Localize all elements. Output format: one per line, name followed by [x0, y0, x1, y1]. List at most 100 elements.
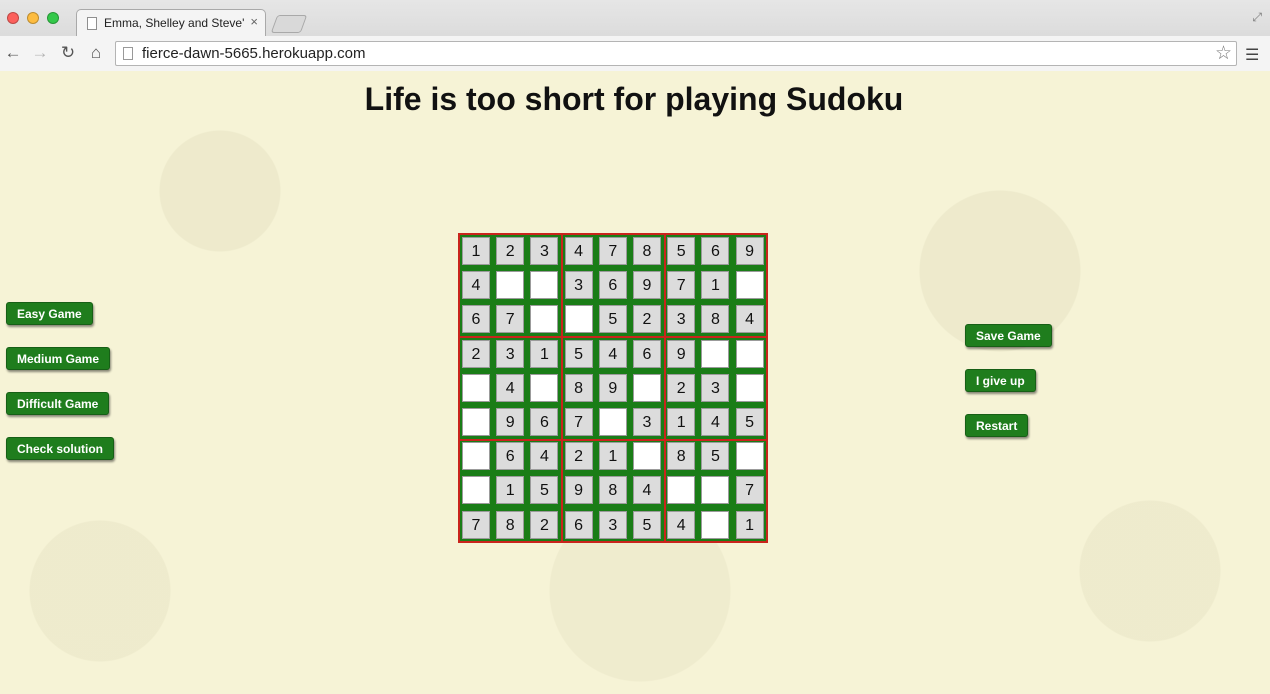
- save-game-button[interactable]: Save Game: [965, 324, 1052, 347]
- sudoku-cell[interactable]: 9: [667, 339, 696, 368]
- restart-button[interactable]: Restart: [965, 414, 1029, 437]
- sudoku-cell[interactable]: 4: [462, 271, 490, 300]
- sudoku-cell[interactable]: 9: [598, 373, 627, 402]
- sudoku-cell[interactable]: 1: [667, 408, 696, 436]
- sudoku-cell[interactable]: [667, 476, 696, 505]
- back-icon[interactable]: ←: [2, 41, 24, 65]
- sudoku-cell[interactable]: 5: [701, 442, 730, 471]
- sudoku-cell[interactable]: 2: [667, 373, 696, 402]
- sudoku-cell[interactable]: 2: [530, 510, 559, 539]
- sudoku-cell[interactable]: 6: [462, 305, 490, 334]
- sudoku-cell[interactable]: 5: [667, 237, 696, 265]
- sudoku-cell[interactable]: 7: [735, 476, 764, 505]
- medium-game-button[interactable]: Medium Game: [6, 347, 111, 370]
- bookmark-star-icon[interactable]: ☆: [1215, 42, 1232, 65]
- address-bar[interactable]: fierce-dawn-5665.herokuapp.com ☆: [115, 41, 1237, 66]
- sudoku-cell[interactable]: 6: [701, 237, 730, 265]
- sudoku-cell[interactable]: 7: [598, 237, 627, 265]
- menu-icon[interactable]: ☰: [1245, 45, 1259, 65]
- sudoku-cell[interactable]: [598, 408, 627, 436]
- sudoku-cell[interactable]: [530, 305, 559, 334]
- sudoku-cell[interactable]: 4: [701, 408, 730, 436]
- sudoku-cell[interactable]: 1: [701, 271, 730, 300]
- sudoku-cell[interactable]: 1: [496, 476, 525, 505]
- give-up-button[interactable]: I give up: [965, 369, 1036, 392]
- sudoku-cell[interactable]: [701, 339, 730, 368]
- sudoku-cell[interactable]: 4: [564, 237, 593, 265]
- sudoku-cell[interactable]: 5: [633, 510, 661, 539]
- sudoku-cell[interactable]: 3: [496, 339, 525, 368]
- sudoku-cell[interactable]: [735, 373, 764, 402]
- sudoku-cell[interactable]: 6: [496, 442, 525, 471]
- sudoku-cell[interactable]: [735, 271, 764, 300]
- sudoku-cell[interactable]: 2: [564, 442, 593, 471]
- sudoku-cell[interactable]: 7: [564, 408, 593, 436]
- sudoku-cell[interactable]: 9: [564, 476, 593, 505]
- sudoku-cell[interactable]: 8: [496, 510, 525, 539]
- close-tab-icon[interactable]: ×: [250, 14, 258, 29]
- sudoku-cell[interactable]: 2: [633, 305, 661, 334]
- close-window-button[interactable]: [7, 12, 19, 24]
- sudoku-cell[interactable]: 1: [598, 442, 627, 471]
- sudoku-cell[interactable]: [564, 305, 593, 334]
- sudoku-cell[interactable]: 3: [633, 408, 661, 436]
- sudoku-cell[interactable]: 5: [530, 476, 559, 505]
- sudoku-cell[interactable]: [735, 339, 764, 368]
- sudoku-cell[interactable]: 4: [667, 510, 696, 539]
- sudoku-cell[interactable]: [530, 373, 559, 402]
- sudoku-cell[interactable]: 9: [496, 408, 525, 436]
- sudoku-cell[interactable]: 3: [564, 271, 593, 300]
- sudoku-cell[interactable]: 2: [496, 237, 525, 265]
- sudoku-cell[interactable]: 7: [667, 271, 696, 300]
- sudoku-cell[interactable]: 1: [530, 339, 559, 368]
- sudoku-cell[interactable]: 6: [530, 408, 559, 436]
- sudoku-cell[interactable]: 6: [598, 271, 627, 300]
- sudoku-cell[interactable]: 4: [735, 305, 764, 334]
- sudoku-cell[interactable]: [462, 408, 490, 436]
- sudoku-cell[interactable]: [530, 271, 559, 300]
- sudoku-cell[interactable]: 8: [598, 476, 627, 505]
- forward-icon[interactable]: →: [29, 41, 51, 65]
- sudoku-cell[interactable]: 4: [598, 339, 627, 368]
- sudoku-cell[interactable]: 2: [462, 339, 490, 368]
- sudoku-cell[interactable]: [735, 442, 764, 471]
- sudoku-cell[interactable]: 8: [564, 373, 593, 402]
- sudoku-cell[interactable]: [701, 510, 730, 539]
- easy-game-button[interactable]: Easy Game: [6, 302, 93, 325]
- sudoku-cell[interactable]: 6: [633, 339, 661, 368]
- sudoku-cell[interactable]: 8: [701, 305, 730, 334]
- check-solution-button[interactable]: Check solution: [6, 437, 115, 460]
- home-icon[interactable]: ⌂: [85, 41, 107, 65]
- new-tab-button[interactable]: [270, 15, 308, 33]
- sudoku-cell[interactable]: 3: [530, 237, 559, 265]
- url-text[interactable]: fierce-dawn-5665.herokuapp.com: [142, 45, 365, 62]
- reload-icon[interactable]: ↻: [57, 41, 79, 65]
- sudoku-cell[interactable]: 9: [633, 271, 661, 300]
- sudoku-cell[interactable]: 3: [598, 510, 627, 539]
- sudoku-cell[interactable]: 6: [564, 510, 593, 539]
- sudoku-cell[interactable]: 1: [462, 237, 490, 265]
- zoom-window-button[interactable]: [47, 12, 59, 24]
- browser-tab[interactable]: Emma, Shelley and Steve's ×: [76, 9, 266, 36]
- sudoku-cell[interactable]: 1: [735, 510, 764, 539]
- sudoku-cell[interactable]: [633, 373, 661, 402]
- sudoku-cell[interactable]: 8: [667, 442, 696, 471]
- sudoku-cell[interactable]: 4: [530, 442, 559, 471]
- sudoku-cell[interactable]: 7: [462, 510, 490, 539]
- difficult-game-button[interactable]: Difficult Game: [6, 392, 110, 415]
- sudoku-cell[interactable]: [462, 373, 490, 402]
- sudoku-cell[interactable]: 4: [496, 373, 525, 402]
- sudoku-cell[interactable]: [701, 476, 730, 505]
- sudoku-cell[interactable]: 7: [496, 305, 525, 334]
- sudoku-cell[interactable]: 3: [701, 373, 730, 402]
- sudoku-cell[interactable]: 5: [735, 408, 764, 436]
- sudoku-cell[interactable]: [496, 271, 525, 300]
- sudoku-cell[interactable]: 5: [564, 339, 593, 368]
- sudoku-cell[interactable]: 5: [598, 305, 627, 334]
- sudoku-cell[interactable]: 3: [667, 305, 696, 334]
- sudoku-cell[interactable]: 9: [735, 237, 764, 265]
- sudoku-cell[interactable]: [462, 476, 490, 505]
- sudoku-cell[interactable]: 8: [633, 237, 661, 265]
- sudoku-cell[interactable]: [462, 442, 490, 471]
- sudoku-cell[interactable]: 4: [633, 476, 661, 505]
